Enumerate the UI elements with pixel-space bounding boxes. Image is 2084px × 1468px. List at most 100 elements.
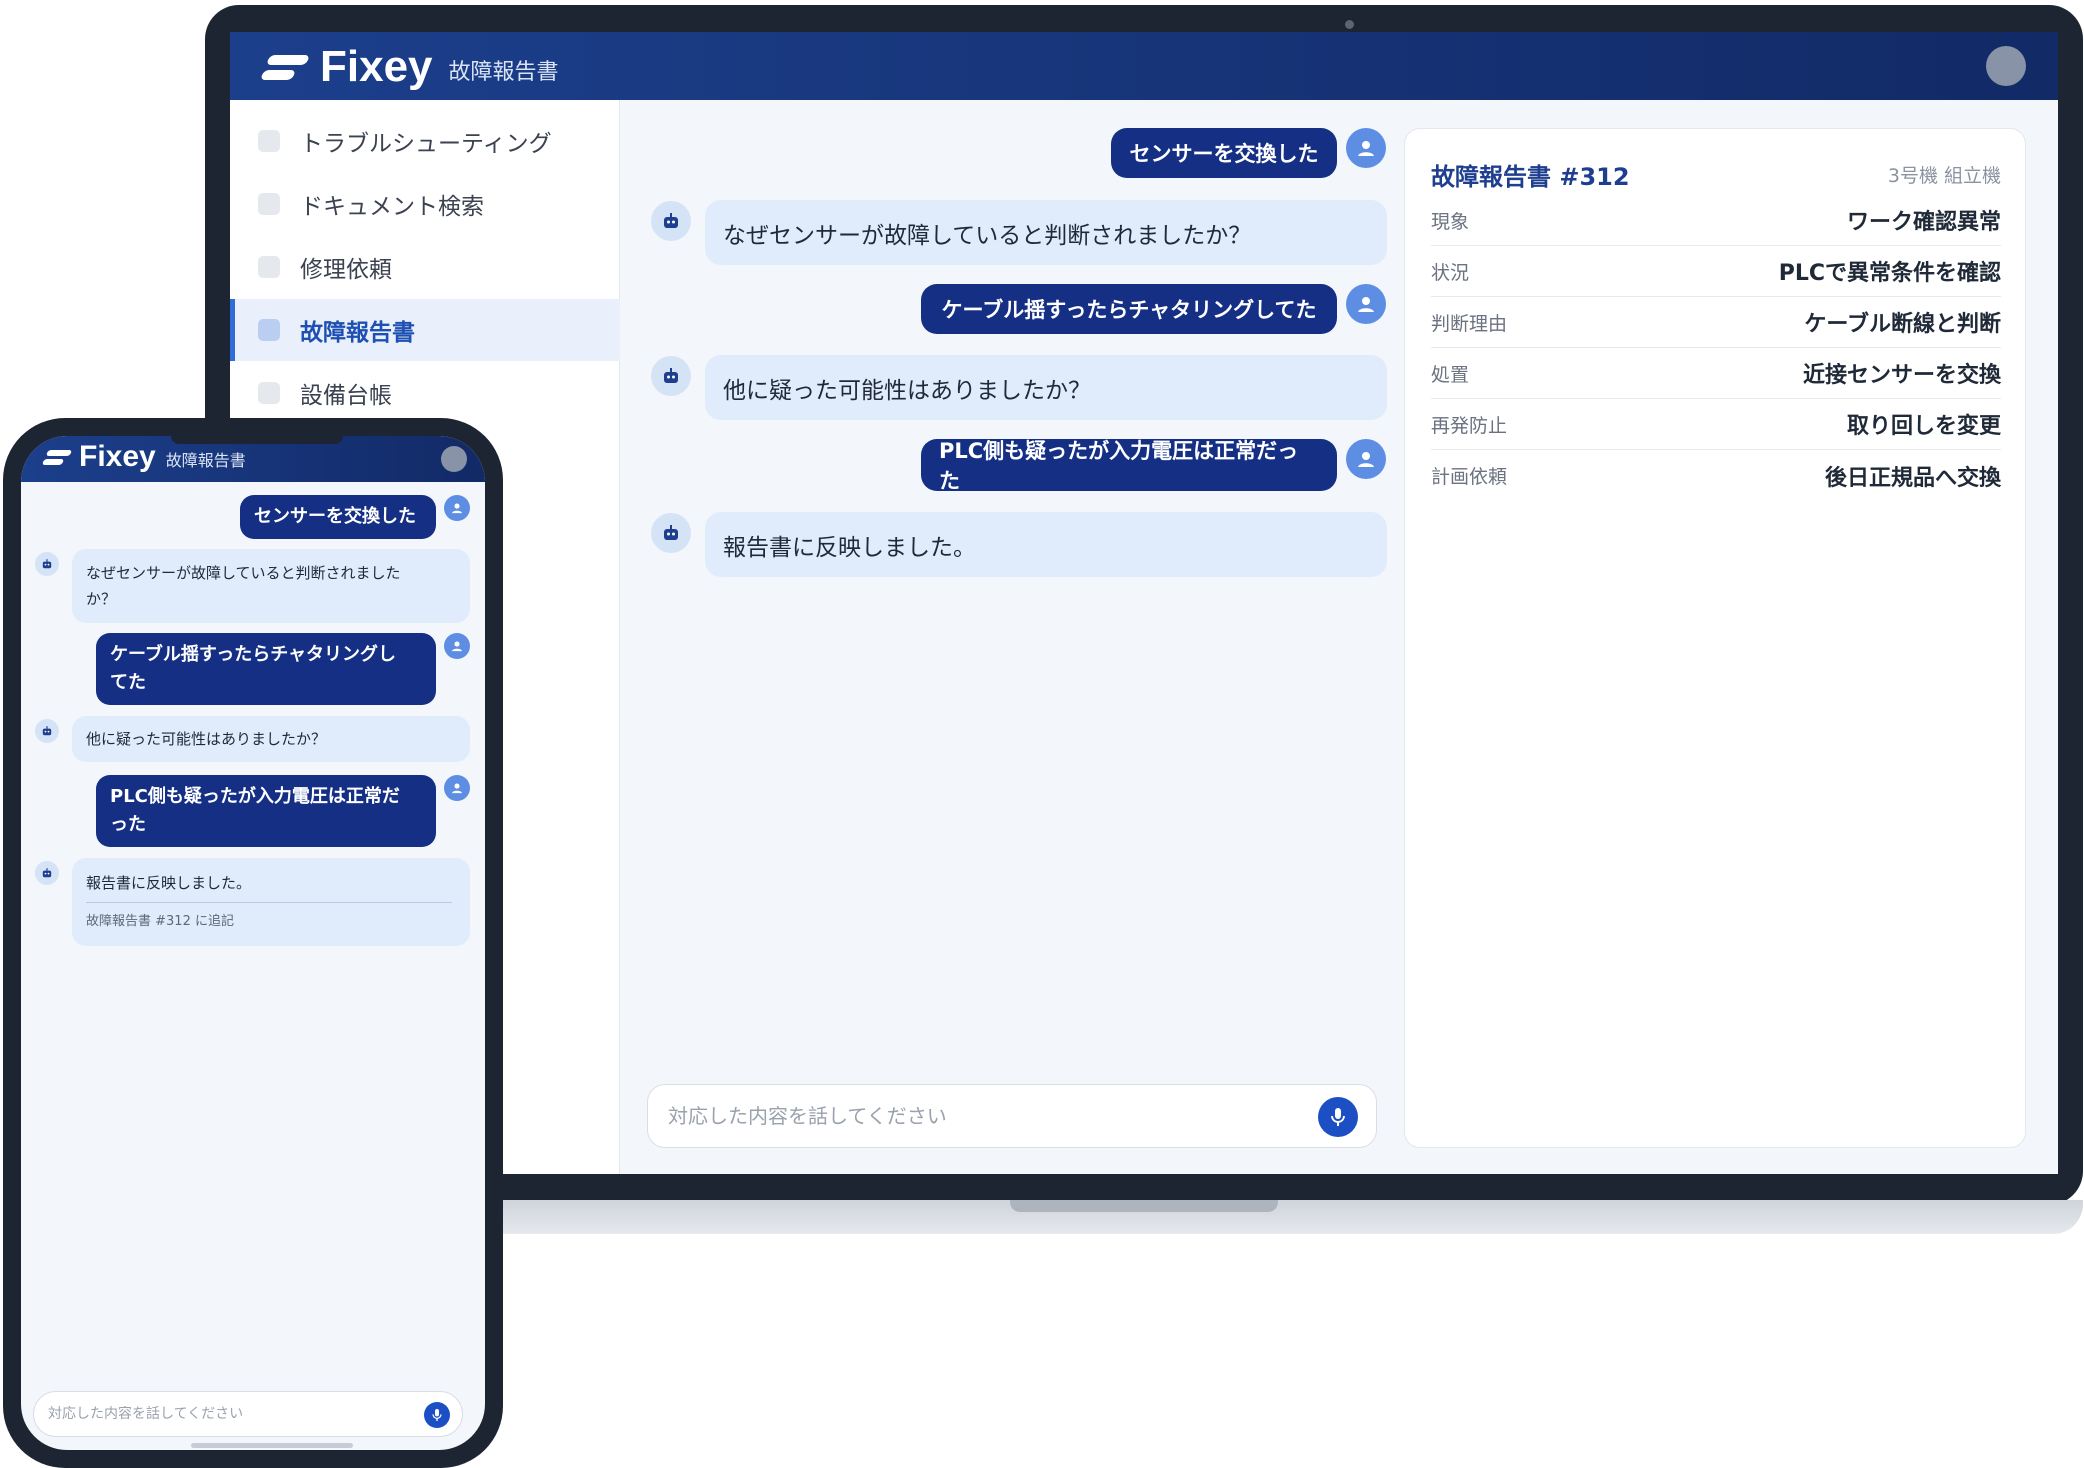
user-message-bubble: ケーブル揺すったらチャタリングしてた (96, 633, 436, 705)
sidebar-item-label: ドキュメント検索 (300, 194, 484, 220)
field-label: 状況 (1431, 261, 1470, 284)
phone-notch (171, 428, 343, 444)
home-indicator (191, 1443, 353, 1448)
user-avatar-icon (444, 775, 470, 801)
bot-message-bubble: 他に疑った可能性はありましたか？ (72, 716, 470, 762)
sidebar-item-equipment-ledger[interactable]: 設備台帳 (230, 362, 620, 424)
message-text: センサーを交換した (254, 506, 416, 527)
field-label: 処置 (1431, 363, 1470, 386)
report-field: 判断理由 ケーブル断線と判断 (1431, 297, 2001, 348)
nav-square-icon (258, 382, 280, 404)
bot-message-bubble: なぜセンサーが故障していると判断されましたか？ (705, 200, 1387, 265)
bot-message-bubble: なぜセンサーが故障していると判断されましたか？ (72, 549, 470, 623)
app-name: Fixey (320, 42, 433, 91)
sidebar-item-failure-report[interactable]: 故障報告書 (230, 299, 620, 361)
mobile-message-input-box[interactable] (33, 1391, 463, 1437)
robot-icon (35, 861, 59, 885)
bot-message-bubble: 報告書に反映しました。 故障報告書 #312 に追記 (72, 858, 470, 946)
user-message-bubble: PLC側も疑ったが入力電圧は正常だった (96, 775, 436, 847)
report-append-note: 故障報告書 #312 に追記 (86, 901, 452, 935)
field-value: 取り回しを変更 (1846, 414, 2001, 439)
message-input[interactable] (668, 1104, 1268, 1128)
microphone-button[interactable] (424, 1402, 450, 1428)
message-text: ケーブル揺すったらチャタリングし (110, 644, 397, 665)
chat-message-bot: 他に疑った可能性はありましたか？ (705, 355, 1387, 420)
robot-icon (651, 201, 691, 241)
user-avatar-icon (1346, 128, 1386, 168)
microphone-icon (432, 1409, 442, 1421)
user-avatar-icon (444, 633, 470, 659)
user-avatar-icon (1346, 439, 1386, 479)
report-field: 計画依頼 後日正規品へ交換 (1431, 450, 2001, 501)
mobile-message-input[interactable] (48, 1406, 368, 1422)
sidebar-item-repair-request[interactable]: 修理依頼 (230, 236, 620, 298)
mobile-screen: Fixey 故障報告書 センサーを交換した なぜセンサーが故障していると判断され… (21, 436, 485, 1450)
user-message-bubble: PLC側も疑ったが入力電圧は正常だった (921, 439, 1337, 493)
message-text: か？ (86, 590, 117, 608)
fixey-logo-icon (259, 54, 311, 80)
user-avatar-icon (444, 495, 470, 521)
app-logo[interactable]: Fixey 故障報告書 (259, 42, 559, 92)
report-field: 再発防止 取り回しを変更 (1431, 399, 2001, 450)
robot-icon (35, 552, 59, 576)
field-value: ケーブル断線と判断 (1804, 312, 2001, 337)
app-logo[interactable]: Fixey 故障報告書 (41, 440, 246, 474)
sidebar-item-label: トラブルシューティング (300, 131, 552, 157)
user-avatar-icon (1346, 284, 1386, 324)
robot-icon (651, 356, 691, 396)
sidebar-item-label: 修理依頼 (300, 257, 392, 283)
field-value: 近接センサーを交換 (1802, 363, 2001, 388)
message-text: 他に疑った可能性はありましたか？ (86, 730, 327, 748)
nav-square-icon (258, 130, 280, 152)
message-input-box[interactable] (647, 1084, 1377, 1148)
chat-message-user: センサーを交換した (1111, 128, 1337, 178)
sidebar-item-label: 故障報告書 (300, 320, 415, 346)
report-field: 処置 近接センサーを交換 (1431, 348, 2001, 399)
field-label: 再発防止 (1431, 414, 1508, 437)
field-value: 後日正規品へ交換 (1824, 465, 2001, 491)
field-label: 判断理由 (1431, 312, 1508, 335)
chat-message-user: ケーブル揺すったらチャタリングしてた (921, 284, 1337, 334)
message-text: PLC側も疑ったが入力電圧は正常だ (110, 786, 400, 807)
report-field: 現象 ワーク確認異常 (1431, 195, 2001, 246)
account-avatar[interactable] (441, 446, 467, 472)
app-name: Fixey (79, 440, 156, 473)
chat-panel: センサーを交換した なぜセンサーが故障していると判断されましたか？ ケーブル揺す… (621, 100, 1397, 1174)
user-message-bubble: センサーを交換した (240, 495, 436, 539)
sidebar-item-label: 設備台帳 (300, 383, 392, 409)
message-text: った (110, 814, 146, 835)
fixey-logo-icon (41, 449, 73, 465)
page-section-title: 故障報告書 (448, 60, 559, 85)
laptop-camera (1345, 20, 1354, 29)
nav-square-icon (258, 256, 280, 278)
robot-icon (651, 513, 691, 553)
field-label: 計画依頼 (1431, 466, 1508, 488)
report-title: 故障報告書 #312 (1431, 163, 1630, 191)
field-label: 現象 (1431, 210, 1470, 233)
field-value: ワーク確認異常 (1846, 210, 2001, 235)
message-text: なぜセンサーが故障していると判断されました (86, 564, 401, 582)
user-message-bubble: ケーブル揺すったらチャタリングしてた (921, 284, 1337, 334)
chat-message-bot: 報告書に反映しました。 (705, 512, 1387, 577)
report-field: 状況 PLCで異常条件を確認 (1431, 246, 2001, 297)
nav-square-icon (258, 319, 280, 341)
account-avatar[interactable] (1986, 46, 2026, 86)
message-text: てた (110, 672, 146, 693)
chat-message-user: PLC側も疑ったが入力電圧は正常だった (921, 439, 1337, 493)
page-section-title: 故障報告書 (165, 451, 246, 470)
sidebar-item-document-search[interactable]: ドキュメント検索 (230, 173, 620, 235)
app-header: Fixey 故障報告書 (230, 32, 2058, 100)
chat-message-bot: なぜセンサーが故障していると判断されましたか？ (705, 200, 1387, 265)
report-machine: 3号機 組立機 (1887, 165, 2001, 187)
microphone-icon (1331, 1108, 1345, 1126)
desktop-screen: Fixey 故障報告書 トラブルシューティング ドキュメント検索 修理依頼 故障… (230, 32, 2058, 1174)
bot-message-bubble: 報告書に反映しました。 (705, 512, 1387, 577)
failure-report-card: 故障報告書 #312 3号機 組立機 現象 ワーク確認異常 状況 PLCで異常条件を… (1404, 128, 2026, 1148)
message-text: 報告書に反映しました。 (86, 873, 252, 892)
sidebar-item-troubleshooting[interactable]: トラブルシューティング (230, 110, 620, 172)
phone-frame: Fixey 故障報告書 センサーを交換した なぜセンサーが故障していると判断され… (3, 418, 503, 1468)
robot-icon (35, 719, 59, 743)
laptop-notch (1010, 1200, 1278, 1212)
nav-square-icon (258, 193, 280, 215)
microphone-button[interactable] (1318, 1097, 1358, 1137)
